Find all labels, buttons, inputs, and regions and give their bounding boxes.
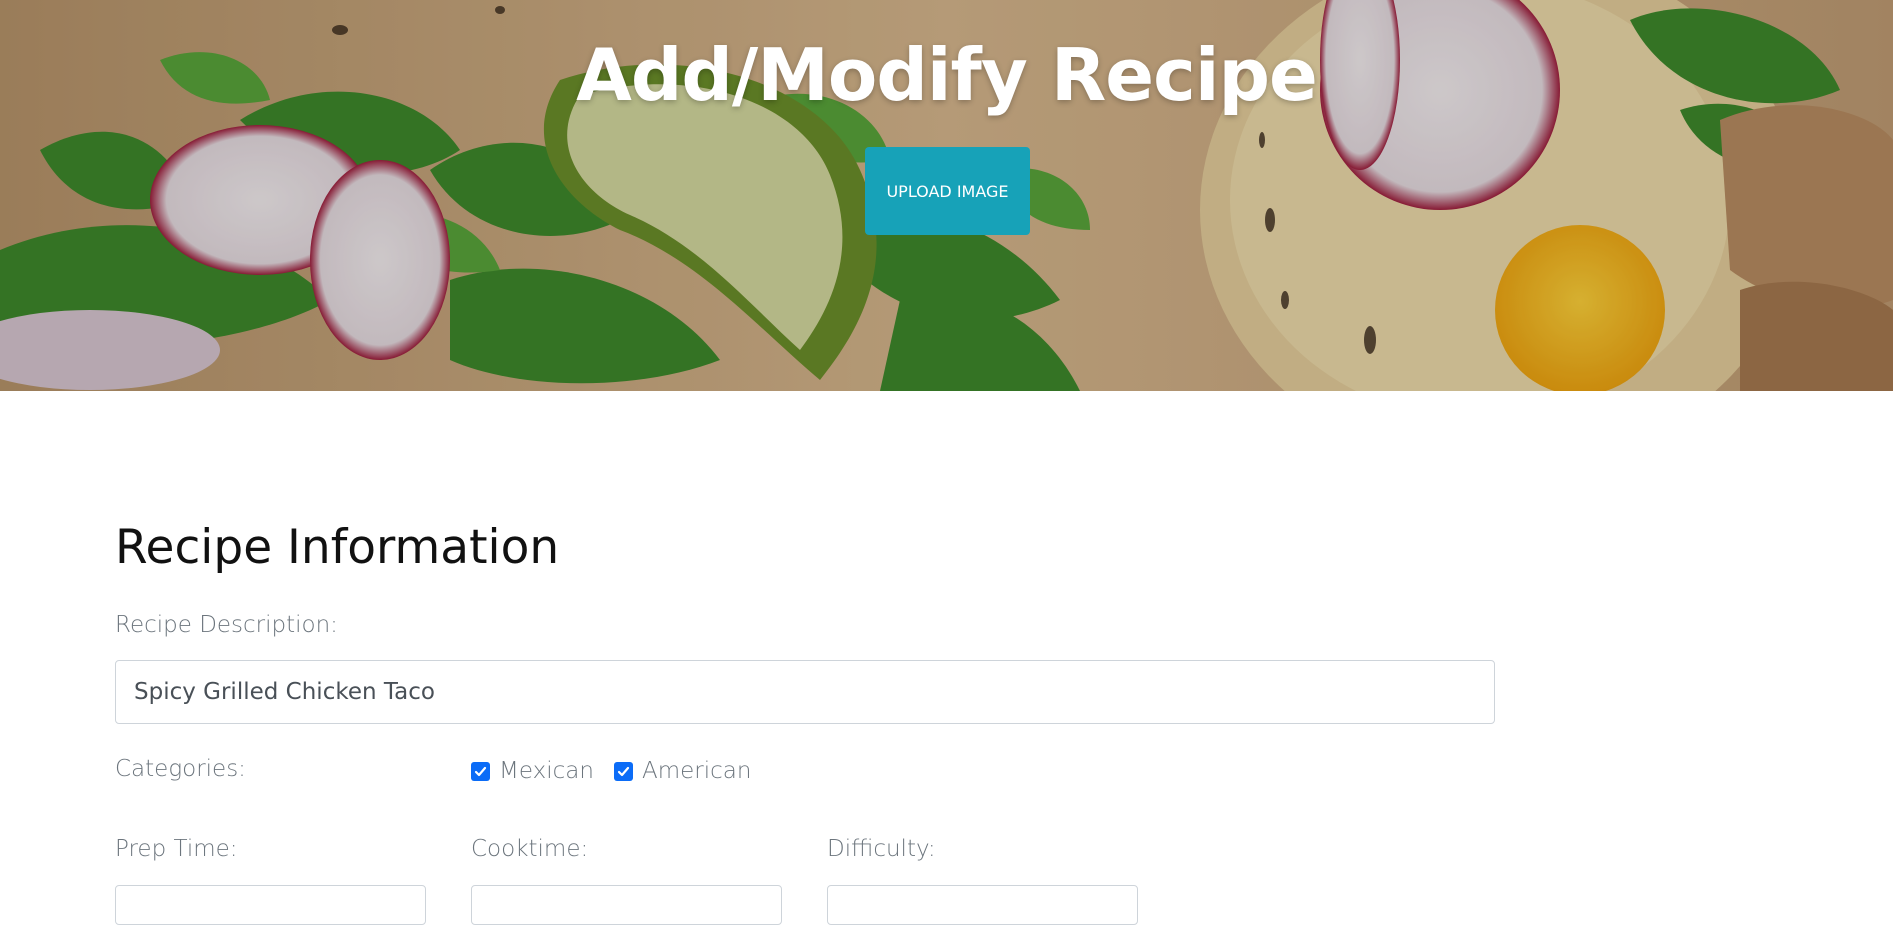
recipe-description-label: Recipe Description: xyxy=(115,612,338,638)
category-american[interactable]: American xyxy=(614,758,751,784)
difficulty-label: Difficulty: xyxy=(827,836,936,862)
category-label: American xyxy=(642,758,752,784)
category-mexican[interactable]: Mexican xyxy=(471,758,594,784)
upload-image-button[interactable]: UPLOAD IMAGE xyxy=(865,147,1030,235)
recipe-description-input[interactable] xyxy=(115,660,1495,724)
checkbox-checked-icon[interactable] xyxy=(614,761,633,781)
page-title: Add/Modify Recipe xyxy=(576,33,1318,117)
cooktime-input[interactable] xyxy=(471,885,782,925)
categories-label: Categories: xyxy=(115,756,246,782)
prep-time-input[interactable] xyxy=(115,885,426,925)
cooktime-label: Cooktime: xyxy=(471,836,589,862)
checkbox-checked-icon[interactable] xyxy=(471,761,490,781)
prep-time-label: Prep Time: xyxy=(115,836,238,862)
hero-banner: Add/Modify Recipe UPLOAD IMAGE xyxy=(0,0,1893,391)
category-label: Mexican xyxy=(499,758,594,784)
difficulty-select[interactable] xyxy=(827,885,1138,925)
section-title: Recipe Information xyxy=(115,520,560,575)
